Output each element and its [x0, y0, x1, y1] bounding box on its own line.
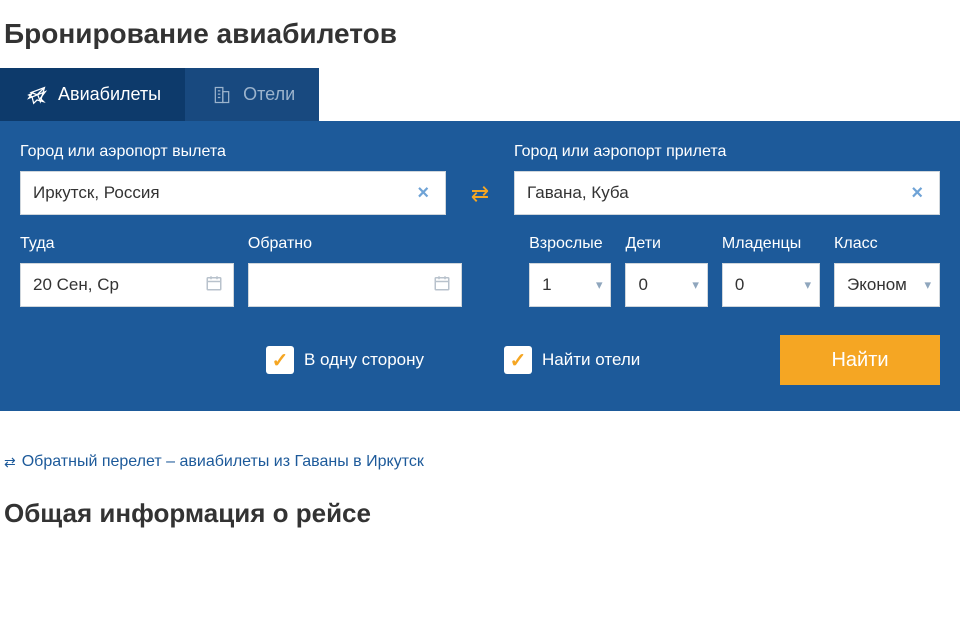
swap-small-icon: ⇄	[4, 454, 16, 471]
page-title: Бронирование авиабилетов	[0, 0, 960, 68]
chevron-down-icon: ▾	[805, 277, 812, 293]
class-label: Класс	[834, 235, 940, 253]
swap-icon: ⇄	[471, 188, 489, 199]
calendar-icon	[433, 274, 451, 297]
children-select[interactable]: 0 ▾	[625, 263, 707, 307]
to-input-box[interactable]: ×	[514, 171, 940, 215]
tab-flights[interactable]: Авиабилеты	[0, 68, 185, 121]
tab-hotels[interactable]: Отели	[185, 68, 319, 121]
tabs: Авиабилеты Отели	[0, 68, 960, 121]
class-value: Эконом	[847, 275, 907, 295]
return-label: Обратно	[248, 235, 462, 253]
from-input-box[interactable]: ×	[20, 171, 446, 215]
chevron-down-icon: ▾	[692, 277, 699, 293]
tab-hotels-label: Отели	[243, 84, 295, 105]
adults-select[interactable]: 1 ▾	[529, 263, 611, 307]
infants-label: Младенцы	[722, 235, 820, 253]
return-flight-link[interactable]: ⇄ Обратный перелет – авиабилеты из Гаван…	[4, 453, 424, 471]
children-value: 0	[638, 275, 647, 295]
search-panel: Город или аэропорт вылета × ⇄ Город или …	[0, 121, 960, 411]
adults-label: Взрослые	[529, 235, 611, 253]
return-link-text: Обратный перелет – авиабилеты из Гаваны …	[22, 453, 424, 471]
checkbox-checked-icon: ✓	[266, 346, 294, 374]
find-hotels-label: Найти отели	[542, 350, 640, 370]
airplane-icon	[24, 85, 50, 105]
return-input[interactable]	[261, 275, 449, 295]
checkbox-checked-icon: ✓	[504, 346, 532, 374]
children-label: Дети	[625, 235, 707, 253]
building-icon	[209, 85, 235, 105]
tab-flights-label: Авиабилеты	[58, 84, 161, 105]
calendar-icon	[205, 274, 223, 297]
class-select[interactable]: Эконом ▾	[834, 263, 940, 307]
clear-from-icon[interactable]: ×	[413, 182, 433, 205]
from-input[interactable]	[33, 183, 413, 203]
to-input[interactable]	[527, 183, 907, 203]
depart-date-box[interactable]	[20, 263, 234, 307]
one-way-checkbox[interactable]: ✓ В одну сторону	[266, 346, 424, 374]
chevron-down-icon: ▾	[596, 277, 603, 293]
depart-label: Туда	[20, 235, 234, 253]
return-date-box[interactable]	[248, 263, 462, 307]
to-label: Город или аэропорт прилета	[514, 143, 940, 161]
find-hotels-checkbox[interactable]: ✓ Найти отели	[504, 346, 640, 374]
one-way-label: В одну сторону	[304, 350, 424, 370]
adults-value: 1	[542, 275, 551, 295]
infants-select[interactable]: 0 ▾	[722, 263, 820, 307]
section-title: Общая информация о рейсе	[4, 498, 956, 529]
clear-to-icon[interactable]: ×	[907, 182, 927, 205]
find-button[interactable]: Найти	[780, 335, 940, 385]
infants-value: 0	[735, 275, 744, 295]
depart-input[interactable]	[33, 275, 221, 295]
chevron-down-icon: ▾	[924, 277, 931, 293]
swap-button[interactable]: ⇄	[460, 171, 500, 215]
from-label: Город или аэропорт вылета	[20, 143, 446, 161]
